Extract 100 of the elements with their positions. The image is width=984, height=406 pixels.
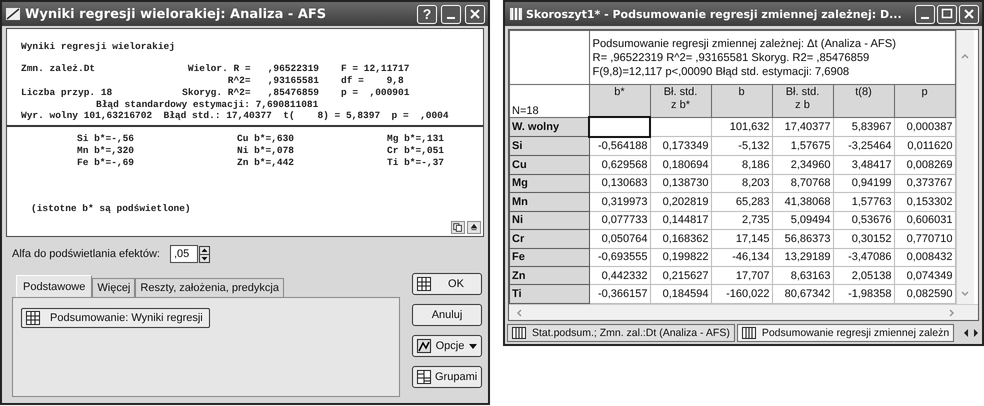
chart-icon [5, 6, 21, 22]
coefficient-text: Ni b*=,078 [237, 145, 296, 156]
table-cell: 0,629568 [589, 156, 650, 174]
row-header[interactable]: Cu [510, 156, 589, 174]
table-cell: 3,48417 [833, 156, 894, 174]
table-cell: -0,564188 [589, 136, 650, 156]
column-header[interactable]: p [894, 84, 955, 118]
row-header[interactable]: Mn [510, 192, 589, 212]
table-icon [24, 311, 42, 325]
row-header[interactable]: Si [510, 136, 589, 156]
table-cell: 8,70768 [772, 174, 833, 193]
minimize-icon [447, 16, 455, 18]
table-cell: 41,38068 [772, 192, 833, 212]
table-cell: 8,63163 [772, 266, 833, 285]
alpha-field[interactable]: ,05 [170, 245, 198, 263]
close-button[interactable] [465, 4, 485, 24]
table-cell: -3,25464 [833, 136, 894, 156]
table-cell: 17,707 [711, 266, 772, 285]
options-button[interactable]: Opcje [412, 335, 482, 357]
row-count-label: N=18 [510, 84, 589, 118]
maximize-button[interactable] [937, 4, 957, 24]
report-text: Zmn. zależ.Dt [21, 63, 96, 74]
expand-icon[interactable] [467, 221, 481, 234]
table-cell: 0,442332 [589, 266, 650, 285]
table-cell: 17,40377 [772, 117, 833, 137]
column-header[interactable]: t(8) [833, 84, 894, 118]
summary-button[interactable]: Podsumowanie: Wyniki regresji [21, 308, 210, 328]
tab-right-icon[interactable] [972, 328, 980, 338]
table-icon [417, 277, 431, 291]
table-cell: 5,83967 [833, 117, 894, 137]
report-text: Wielor. R = ,96522319 [186, 63, 320, 74]
table-cell: 0,050764 [589, 230, 650, 248]
table-cell: 13,29189 [772, 248, 833, 267]
table-cell: 1,57675 [772, 136, 833, 156]
column-header[interactable]: Bł. std. z b [772, 84, 833, 118]
table-cell: 8,186 [711, 156, 772, 174]
column-header[interactable]: b* [589, 84, 650, 118]
coefficient-text: Cr b*=,051 [387, 145, 446, 156]
close-button[interactable] [959, 4, 979, 24]
row-header[interactable]: Mg [510, 174, 589, 193]
report-text: F = 12,11717 [341, 63, 410, 74]
coefficient-text: Fe b*=-,69 [77, 157, 136, 168]
coefficient-text: Si b*=-,56 [77, 133, 136, 144]
table-cell: 0,53676 [833, 211, 894, 230]
table-cell: 0,153302 [894, 192, 955, 212]
table-cell: -3,47086 [833, 248, 894, 267]
table-cell: 0,168362 [650, 230, 711, 248]
column-header[interactable]: Bł. std. z b* [650, 84, 711, 118]
tab[interactable]: Więcej [92, 278, 136, 297]
table-cell: -46,134 [711, 248, 772, 267]
row-header[interactable]: Zn [510, 266, 589, 285]
coefficient-text: Mn b*=,320 [77, 145, 136, 156]
table-cell: 56,86373 [772, 230, 833, 248]
row-header[interactable]: W. wolny [510, 117, 589, 137]
summary-text: Podsumowanie regresji zmiennej zależnej: Δt (Analiza - AFS) [592, 36, 897, 51]
table-cell: 0,30152 [833, 230, 894, 248]
sheet-icon [742, 327, 756, 339]
row-header[interactable]: Cr [510, 230, 589, 248]
report-text: Liczba przyp. 18 [21, 87, 114, 98]
table-cell: 2,34960 [772, 156, 833, 174]
groups-button[interactable]: Grupami [412, 366, 482, 388]
report-heading: Wyniki regresji wielorakiej [21, 41, 176, 52]
alpha-label: Alfa do podświetlania efektów: [12, 248, 160, 260]
table-cell: 0,138730 [650, 174, 711, 193]
sheet-tab[interactable]: Podsumowanie regresji zmiennej zależn [736, 324, 954, 342]
spinner-icon[interactable] [198, 246, 210, 262]
tab[interactable]: Reszty, założenia, predykcja [135, 278, 284, 297]
sheet-tab[interactable]: Stat.podsum.; Zmn. zal.:Dt (Analiza - AFS) [507, 324, 735, 342]
table-cell: -5,132 [711, 136, 772, 156]
grid-icon [417, 370, 431, 384]
report-note: (istotne b* są podświetlone) [31, 203, 191, 214]
report-text: Wyr. wolny 101,63216702 Błąd std.: 17,40377 t( 8) = 5,8397 p = ,0004 [21, 110, 450, 121]
table-cell: 0,144817 [650, 211, 711, 230]
report-text: df = 9,8 [341, 75, 405, 86]
table-cell: 0,202819 [650, 192, 711, 212]
spreadsheet-icon [508, 6, 524, 22]
minimize-button[interactable] [441, 4, 461, 24]
minimize-icon [921, 16, 929, 18]
table-cell: 0,130683 [589, 174, 650, 193]
table-cell: 2,735 [711, 211, 772, 230]
table-cell: 0,94199 [833, 174, 894, 193]
row-header[interactable]: Ti [510, 284, 589, 304]
help-button[interactable]: ? [417, 4, 437, 24]
cancel-button[interactable]: Anuluj [412, 304, 482, 326]
table-cell: 5,09494 [772, 211, 833, 230]
table-cell: 0,000387 [894, 117, 955, 137]
tab-left-icon[interactable] [962, 328, 970, 338]
copy-icon[interactable] [451, 221, 465, 234]
minimize-button[interactable] [915, 4, 935, 24]
row-header[interactable]: Fe [510, 248, 589, 267]
table-cell: 0,319973 [589, 192, 650, 212]
table-cell: 65,283 [711, 192, 772, 212]
row-header[interactable]: Ni [510, 211, 589, 230]
table-cell: -0,693555 [589, 248, 650, 267]
column-header[interactable]: b [711, 84, 772, 118]
tab[interactable]: Podstawowe [16, 275, 92, 297]
report-text: Skoryg. R^2= ,85476859 [181, 87, 320, 98]
ok-button[interactable]: OK [412, 273, 482, 295]
window-title: Skoroszyt1* - Podsumowanie regresji zmiennej zależnej: D... [526, 8, 903, 20]
table-cell: 0,077733 [589, 211, 650, 230]
